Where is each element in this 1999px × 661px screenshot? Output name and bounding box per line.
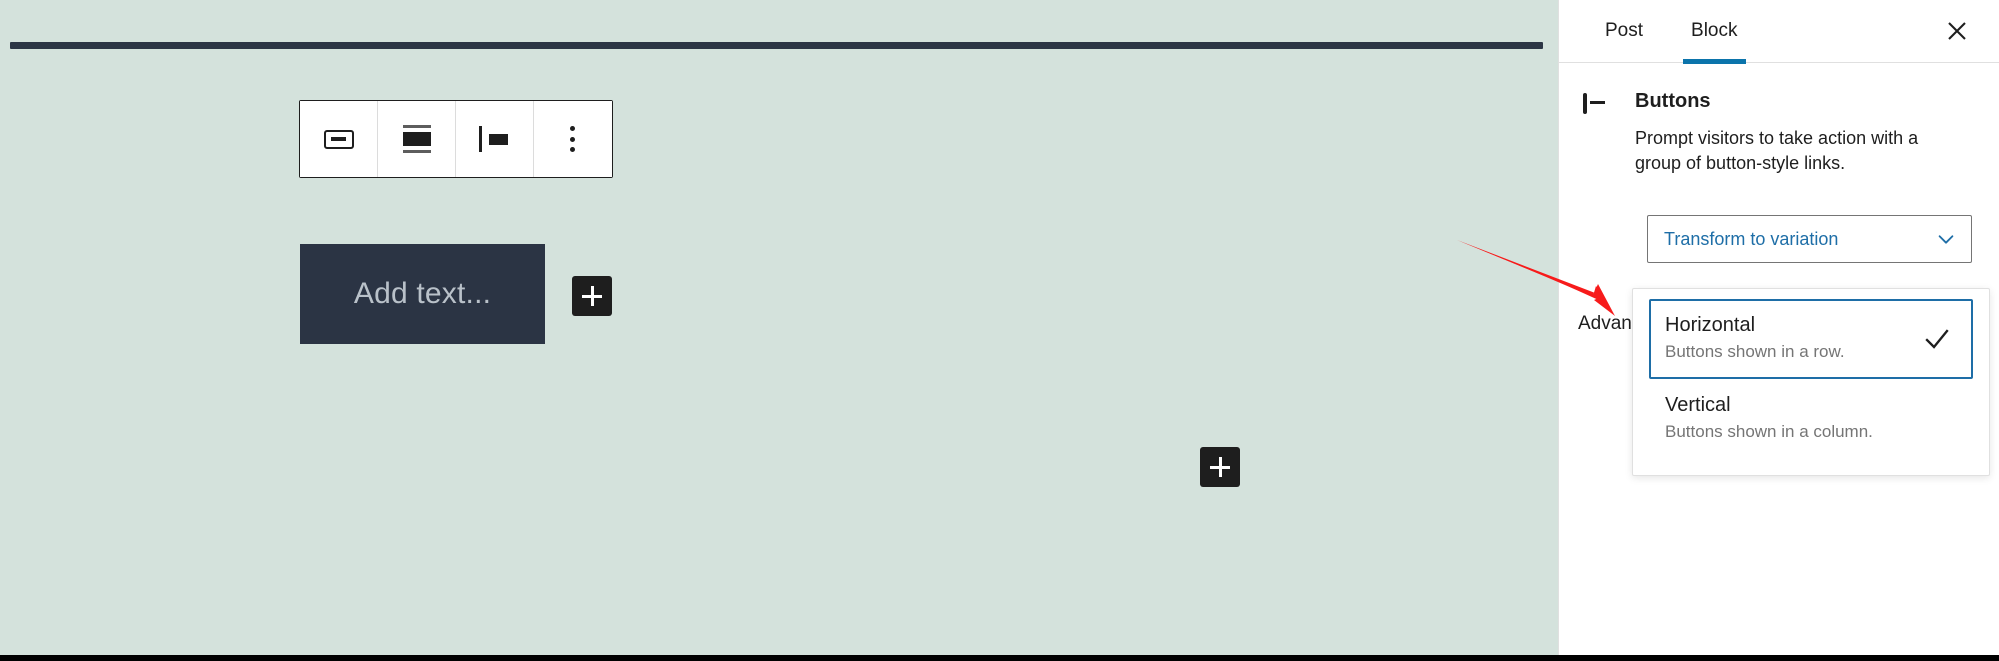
button-block[interactable]: Add text... <box>300 244 545 344</box>
tab-post-label: Post <box>1605 20 1644 41</box>
tab-block[interactable]: Block <box>1667 0 1761 64</box>
chevron-down-icon <box>1938 235 1954 244</box>
more-options-icon <box>570 125 576 153</box>
block-card-description: Prompt visitors to take action with a gr… <box>1635 128 1919 174</box>
transform-to-variation-select[interactable]: Transform to variation <box>1647 215 1972 263</box>
gutenberg-editor: Add text... Post Block Buttons Prompt vi… <box>0 0 1999 661</box>
buttons-block-icon <box>1583 93 1587 114</box>
toolbar-button-more-options[interactable] <box>534 101 612 177</box>
variation-option-horizontal[interactable]: Horizontal Buttons shown in a row. <box>1649 299 1973 380</box>
sidebar-tab-bar: Post Block <box>1559 0 1999 64</box>
variation-title: Vertical <box>1665 394 1731 417</box>
block-appender-button[interactable] <box>1200 447 1240 487</box>
variation-title: Horizontal <box>1665 314 1756 336</box>
block-card-title: Buttons <box>1635 90 1711 112</box>
window-bottom-strip <box>0 655 1999 661</box>
toolbar-button-block-type[interactable] <box>300 101 378 177</box>
variation-popover: Horizontal Buttons shown in a row. Verti… <box>1632 288 1990 476</box>
block-toolbar <box>299 100 613 178</box>
button-text-placeholder[interactable]: Add text... <box>354 277 491 311</box>
transform-to-variation-label: Transform to variation <box>1664 228 1839 249</box>
plus-icon <box>581 285 603 307</box>
block-card-icon-wrap <box>1583 89 1617 176</box>
variation-description: Buttons shown in a column. <box>1665 422 1873 442</box>
plus-icon <box>1209 456 1231 478</box>
block-card-text: Buttons Prompt visitors to take action w… <box>1635 89 1965 176</box>
block-info-card: Buttons Prompt visitors to take action w… <box>1559 63 1999 176</box>
toolbar-button-justify[interactable] <box>456 101 534 177</box>
variation-option-vertical[interactable]: Vertical Buttons shown in a column. <box>1649 379 1973 459</box>
tab-post[interactable]: Post <box>1581 0 1667 63</box>
variation-description: Buttons shown in a row. <box>1665 342 1845 361</box>
toolbar-button-align[interactable] <box>378 101 456 177</box>
align-left-icon <box>478 126 511 152</box>
separator-rule <box>10 42 1543 49</box>
editor-canvas[interactable]: Add text... <box>0 0 1558 655</box>
buttons-block-icon <box>323 129 354 149</box>
tab-block-label: Block <box>1691 20 1738 41</box>
align-center-icon <box>401 125 433 153</box>
selected-check-icon <box>1921 323 1953 355</box>
inline-appender-button[interactable] <box>572 276 612 316</box>
close-settings-button[interactable] <box>1937 11 1977 51</box>
close-icon <box>1948 22 1966 40</box>
